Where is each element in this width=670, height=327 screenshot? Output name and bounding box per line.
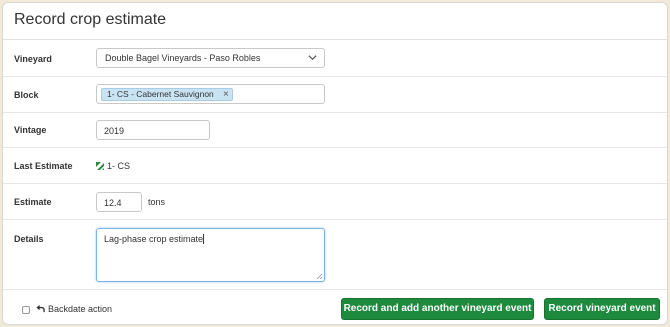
backdate-checkbox[interactable] <box>22 306 30 314</box>
backdate-action[interactable]: Backdate action <box>36 304 112 314</box>
backdate-label: Backdate action <box>48 304 113 314</box>
vineyard-label: Vineyard <box>14 54 52 64</box>
dialog-title: Record crop estimate <box>14 11 167 28</box>
chevron-down-icon <box>308 55 317 61</box>
estimate-label: Estimate <box>14 197 52 207</box>
last-estimate-row: Last Estimate 1- CS <box>3 148 667 184</box>
undo-arrow-icon <box>36 304 45 313</box>
vineyard-row: Vineyard Double Bagel Vineyards - Paso R… <box>3 40 667 77</box>
estimate-row: Estimate 12.4 tons <box>3 184 667 220</box>
last-estimate-value: 1- CS <box>107 161 131 171</box>
vineyard-value: Double Bagel Vineyards - Paso Robles <box>105 53 261 63</box>
close-icon[interactable]: × <box>223 89 229 100</box>
vintage-label: Vintage <box>14 125 47 135</box>
estimate-value: 12.4 <box>104 198 122 208</box>
last-estimate-label: Last Estimate <box>14 161 73 171</box>
crop-estimate-dialog: Record crop estimate Vineyard Double Bag… <box>2 2 668 325</box>
vintage-value: 2019 <box>104 126 125 136</box>
vineyard-select[interactable]: Double Bagel Vineyards - Paso Robles <box>96 48 325 68</box>
record-vineyard-event-button[interactable]: Record vineyard event <box>544 298 660 320</box>
block-label: Block <box>14 90 39 100</box>
estimate-unit: tons <box>148 197 166 207</box>
dialog-footer: Backdate action Record and add another v… <box>3 290 667 326</box>
last-estimate-value-wrap: 1- CS <box>96 161 130 171</box>
text-caret <box>203 234 205 244</box>
record-and-add-another-button[interactable]: Record and add another vineyard event <box>341 298 534 320</box>
vintage-input[interactable]: 2019 <box>96 120 210 140</box>
details-value-wrap: Lag-phase crop estimate <box>104 234 205 244</box>
flag-icon <box>96 162 104 170</box>
resize-handle-icon[interactable] <box>316 273 322 279</box>
block-row: Block 1- CS - Cabernet Sauvignon × <box>3 77 667 113</box>
details-value: Lag-phase crop estimate <box>104 234 204 244</box>
block-multiselect[interactable]: 1- CS - Cabernet Sauvignon × <box>96 84 325 104</box>
block-tag-label: 1- CS - Cabernet Sauvignon <box>107 89 214 99</box>
details-textarea[interactable]: Lag-phase crop estimate <box>96 228 325 282</box>
vintage-row: Vintage 2019 <box>3 113 667 148</box>
estimate-input[interactable]: 12.4 <box>96 192 142 212</box>
dialog-header: Record crop estimate <box>3 3 667 40</box>
details-label: Details <box>14 234 44 244</box>
block-tag: 1- CS - Cabernet Sauvignon × <box>101 88 233 101</box>
